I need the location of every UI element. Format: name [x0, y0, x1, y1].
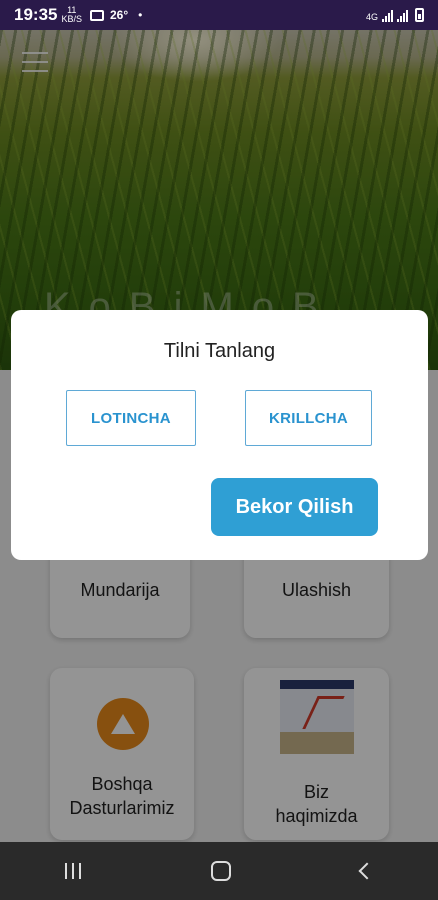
recent-apps-icon[interactable] — [65, 863, 81, 879]
weather-temperature: 26° — [110, 8, 129, 22]
home-icon[interactable] — [211, 861, 231, 881]
latin-option-button[interactable]: LOTINCHA — [66, 390, 196, 446]
notification-dot: • — [138, 8, 143, 22]
kb-speed-unit: KB/S — [61, 14, 82, 24]
status-time: 19:35 — [14, 5, 58, 24]
signal-icon-2 — [397, 10, 408, 22]
battery-icon — [415, 8, 424, 22]
language-dialog: Tilni Tanlang LOTINCHA KRILLCHA Bekor Qi… — [11, 310, 428, 560]
cyrillic-option-button[interactable]: KRILLCHA — [245, 390, 372, 446]
dialog-title: Tilni Tanlang — [163, 340, 276, 362]
status-right-group: 4G — [366, 8, 424, 22]
network-type-label: 4G — [365, 12, 378, 22]
navigation-bar — [0, 842, 438, 900]
image-icon — [90, 9, 104, 21]
signal-icon — [382, 10, 393, 22]
back-icon[interactable] — [358, 862, 376, 880]
status-bar: 19:35 11 KB/S 26° • 4G — [0, 0, 438, 30]
cancel-button[interactable]: Bekor Qilish — [211, 478, 378, 536]
kb-speed-icon: 11 KB/S — [61, 6, 82, 24]
